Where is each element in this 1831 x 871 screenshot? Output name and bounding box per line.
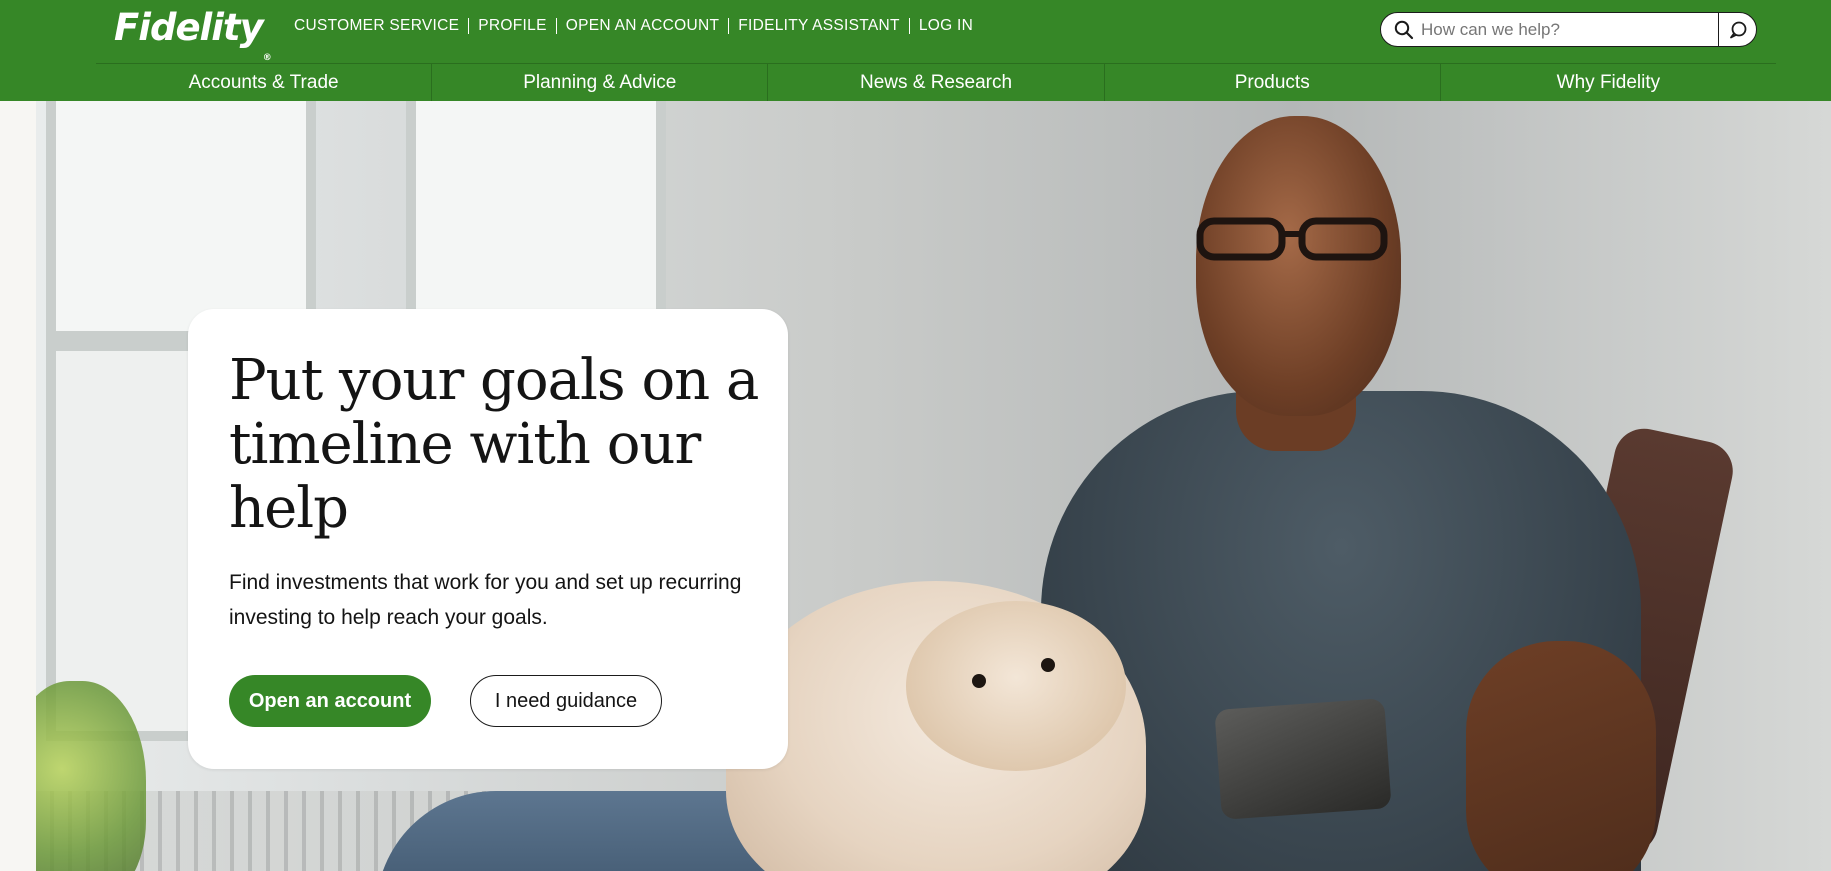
nav-accounts-trade[interactable]: Accounts & Trade [96,64,431,101]
nav-why-fidelity[interactable]: Why Fidelity [1439,64,1776,101]
hero-headline: Put your goals on a timeline with our he… [229,348,759,541]
dog-eye-graphic [972,674,986,688]
person-arm-graphic [1466,641,1656,871]
fidelity-logo[interactable]: Fidelity ® [114,4,272,63]
window-pane [406,101,666,341]
site-header: Fidelity ® CUSTOMER SERVICE PROFILE OPEN … [0,0,1831,101]
registered-mark: ® [262,53,272,63]
divider [728,18,730,34]
person-head-graphic [1196,116,1401,416]
dog-eye-graphic [1041,658,1055,672]
nav-news-research[interactable]: News & Research [767,64,1103,101]
need-guidance-button[interactable]: I need guidance [470,675,662,727]
hero-card: Put your goals on a timeline with our he… [188,309,788,769]
chat-bubble-icon [1729,21,1746,38]
logo-text: Fidelity [114,6,264,49]
hero-description: Find investments that work for you and s… [229,571,742,629]
nav-planning-advice[interactable]: Planning & Advice [431,64,767,101]
dog-face-graphic [906,601,1126,771]
divider [908,18,910,34]
search-box [1380,12,1757,47]
log-in-link[interactable]: LOG IN [919,17,973,35]
fidelity-assistant-link[interactable]: FIDELITY ASSISTANT [738,17,900,35]
open-account-button[interactable]: Open an account [229,675,431,727]
glasses-graphic [1196,217,1388,261]
search-icon [1394,20,1414,40]
open-account-link[interactable]: OPEN AN ACCOUNT [566,17,720,35]
search-submit-button[interactable] [1718,13,1756,46]
nav-products[interactable]: Products [1103,64,1440,101]
phone-graphic [1214,698,1392,820]
divider [555,18,557,34]
window-pane [46,101,316,341]
search-input[interactable] [1421,17,1691,42]
divider [468,18,470,34]
customer-service-link[interactable]: CUSTOMER SERVICE [294,17,459,35]
utility-nav: CUSTOMER SERVICE PROFILE OPEN AN ACCOUNT… [294,17,973,35]
main-nav: Accounts & Trade Planning & Advice News … [96,64,1776,101]
profile-link[interactable]: PROFILE [478,17,546,35]
